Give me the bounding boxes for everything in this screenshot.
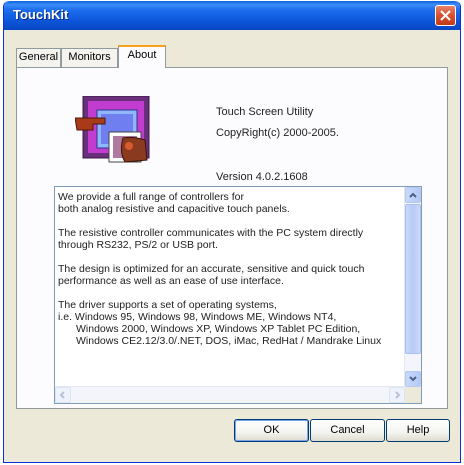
window-title: TouchKit	[13, 7, 69, 22]
description-line: We provide a full range of controllers f…	[58, 191, 244, 203]
chevron-right-icon	[395, 391, 401, 399]
scroll-corner	[405, 387, 421, 403]
chevron-down-icon	[409, 376, 417, 382]
description-line: both analog resistive and capacitive tou…	[58, 203, 290, 215]
scroll-down-button[interactable]	[405, 371, 421, 387]
tab-monitors[interactable]: Monitors	[61, 48, 118, 67]
copyright-text: CopyRight(c) 2000-2005.	[216, 127, 339, 139]
chevron-left-icon	[59, 391, 65, 399]
tab-about[interactable]: About	[118, 45, 166, 68]
description-line: Windows CE2.12/3.0/.NET, DOS, iMac, RedH…	[76, 335, 382, 347]
vertical-scrollbar[interactable]	[404, 187, 421, 387]
title-bar[interactable]: TouchKit	[4, 1, 460, 30]
description-line: The design is optimized for an accurate,…	[58, 263, 365, 275]
help-button[interactable]: Help	[386, 419, 450, 442]
description-line: The driver supports a set of operating s…	[58, 299, 277, 311]
description-textbox[interactable]: We provide a full range of controllers f…	[54, 186, 422, 404]
description-line: through RS232, PS/2 or USB port.	[58, 239, 218, 251]
chevron-up-icon	[409, 192, 417, 198]
scroll-up-button[interactable]	[405, 187, 421, 203]
touchkit-window: TouchKit General Monitors About Touch Sc…	[3, 1, 461, 463]
scroll-right-button[interactable]	[389, 387, 405, 403]
description-line: performance as well as an ease of use in…	[58, 275, 284, 287]
description-line: Windows 2000, Windows XP, Windows XP Tab…	[76, 323, 361, 335]
about-tab-pane: Touch Screen Utility CopyRight(c) 2000-2…	[16, 67, 448, 409]
close-icon	[440, 10, 451, 21]
description-line: i.e. Windows 95, Windows 98, Windows ME,…	[58, 311, 337, 323]
touchkit-app-icon	[75, 96, 150, 163]
scroll-left-button[interactable]	[55, 387, 71, 403]
close-button[interactable]	[435, 5, 456, 26]
ok-button[interactable]: OK	[234, 419, 309, 442]
product-name: Touch Screen Utility	[216, 106, 314, 118]
description-line: The resistive controller communicates wi…	[58, 227, 364, 239]
vertical-scroll-thumb[interactable]	[405, 204, 421, 354]
cancel-button[interactable]: Cancel	[310, 419, 385, 442]
tab-general[interactable]: General	[16, 48, 61, 67]
description-text: We provide a full range of controllers f…	[58, 191, 398, 359]
version-text: Version 4.0.2.1608	[216, 171, 308, 183]
horizontal-scrollbar[interactable]	[55, 386, 405, 403]
